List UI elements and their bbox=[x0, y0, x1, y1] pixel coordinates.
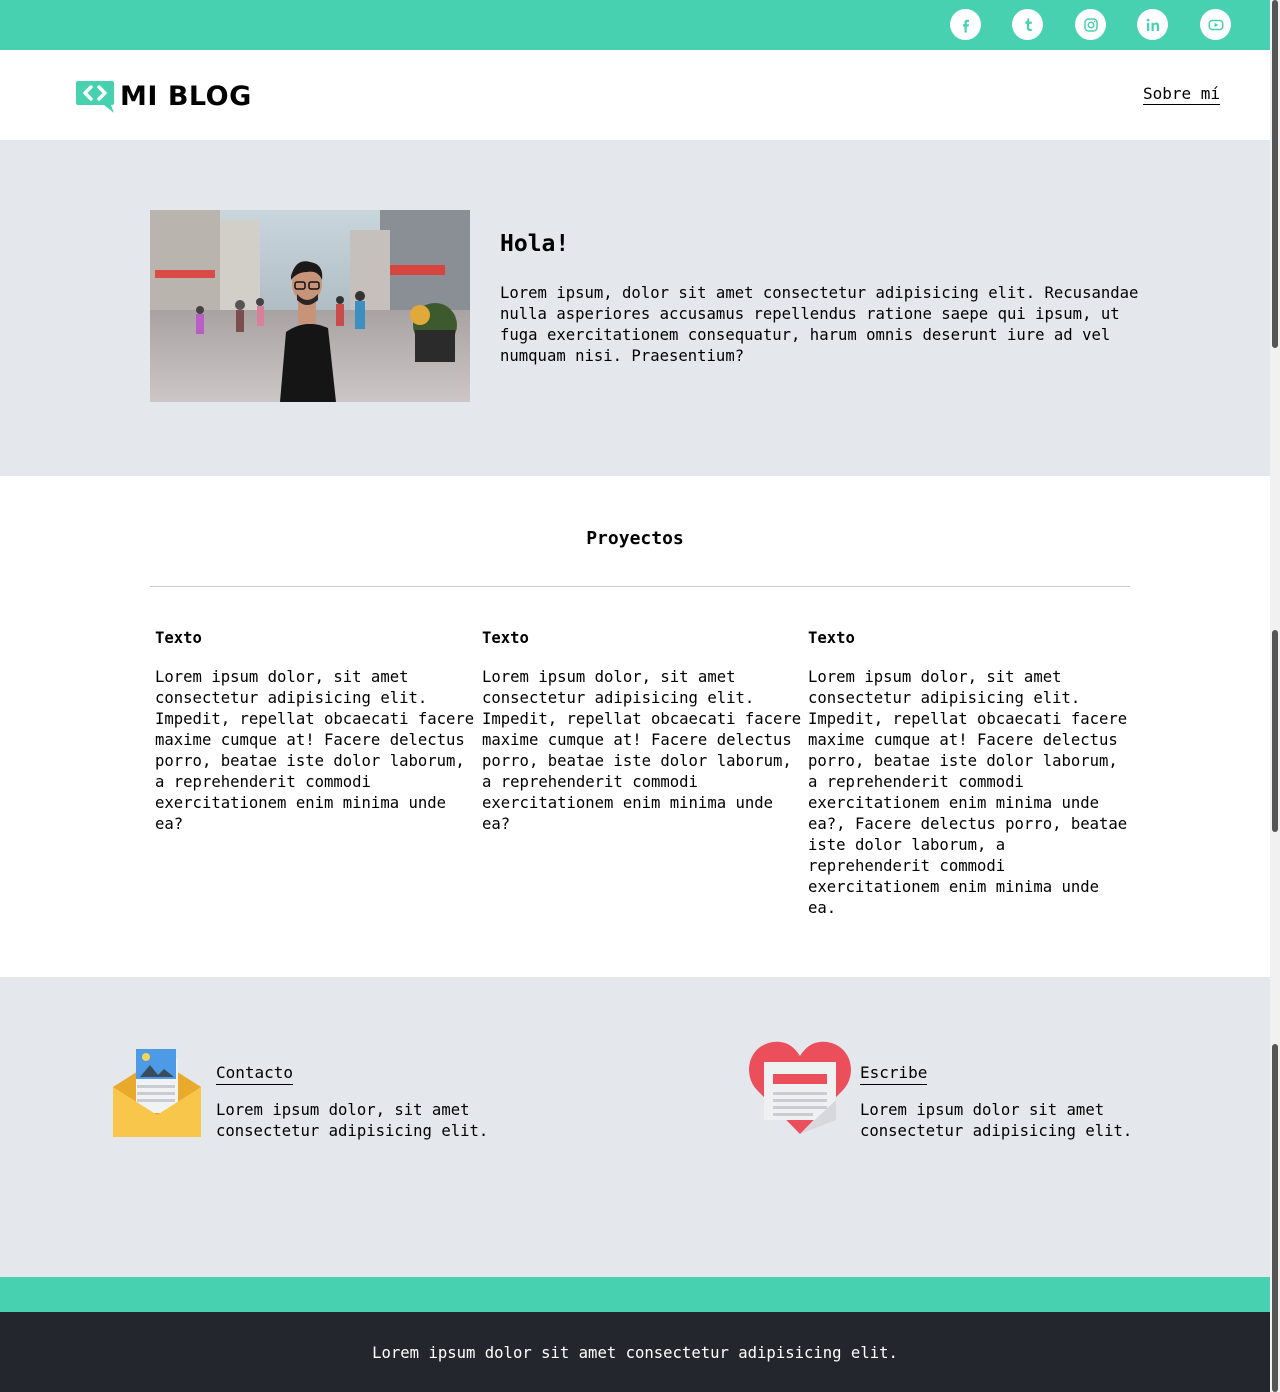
profile-photo bbox=[150, 210, 470, 402]
instagram-icon[interactable] bbox=[1075, 9, 1106, 40]
write-text: Lorem ipsum dolor sit amet consectetur a… bbox=[860, 1101, 1133, 1140]
scrollbar-thumb[interactable] bbox=[1272, 630, 1278, 832]
project-title: Texto bbox=[155, 629, 202, 647]
projects-section: Proyectos Texto Lorem ipsum dolor, sit a… bbox=[0, 476, 1270, 977]
projects-title: Proyectos bbox=[586, 528, 684, 549]
scrollbar-thumb[interactable] bbox=[1272, 1044, 1278, 1392]
project-text: Lorem ipsum dolor, sit amet consectetur … bbox=[482, 668, 802, 833]
contact-section: Contacto Lorem ipsum dolor, sit amet con… bbox=[0, 977, 1270, 1277]
project-card: Texto Lorem ipsum dolor, sit amet consec… bbox=[482, 626, 802, 835]
nav-link-about[interactable]: Sobre mí bbox=[1142, 85, 1220, 105]
code-bubble-icon bbox=[76, 81, 114, 113]
hero-title: Hola! bbox=[500, 231, 570, 257]
social-bar bbox=[0, 0, 1270, 50]
logo-text: MI BLOG bbox=[120, 80, 252, 112]
contact-text: Lorem ipsum dolor, sit amet consectetur … bbox=[216, 1101, 489, 1140]
site-header: MI BLOG Sobre mí bbox=[0, 50, 1270, 140]
site-logo[interactable]: MI BLOG bbox=[75, 78, 252, 114]
heart-newspaper-icon bbox=[749, 1041, 851, 1134]
envelope-icon bbox=[113, 1049, 201, 1137]
write-link[interactable]: Escribe bbox=[860, 1064, 928, 1085]
facebook-icon[interactable] bbox=[950, 9, 981, 40]
project-title: Texto bbox=[482, 629, 529, 647]
youtube-icon[interactable] bbox=[1200, 9, 1231, 40]
linkedin-icon[interactable] bbox=[1137, 9, 1168, 40]
project-text: Lorem ipsum dolor, sit amet consectetur … bbox=[808, 668, 1128, 917]
scrollbar[interactable] bbox=[1270, 0, 1280, 1392]
project-card: Texto Lorem ipsum dolor, sit amet consec… bbox=[808, 626, 1128, 919]
hero-section: Hola! Lorem ipsum, dolor sit amet consec… bbox=[0, 140, 1270, 476]
site-footer: Lorem ipsum dolor sit amet consectetur a… bbox=[0, 1312, 1270, 1392]
contact-link[interactable]: Contacto bbox=[216, 1064, 294, 1085]
scrollbar-thumb[interactable] bbox=[1272, 0, 1278, 348]
project-text: Lorem ipsum dolor, sit amet consectetur … bbox=[155, 668, 475, 833]
project-title: Texto bbox=[808, 629, 855, 647]
footer-stripe bbox=[0, 1277, 1270, 1312]
hero-text: Lorem ipsum, dolor sit amet consectetur … bbox=[500, 284, 1139, 365]
divider bbox=[150, 586, 1130, 587]
footer-text: Lorem ipsum dolor sit amet consectetur a… bbox=[372, 1344, 898, 1362]
tumblr-icon[interactable] bbox=[1012, 9, 1043, 40]
project-card: Texto Lorem ipsum dolor, sit amet consec… bbox=[155, 626, 475, 835]
